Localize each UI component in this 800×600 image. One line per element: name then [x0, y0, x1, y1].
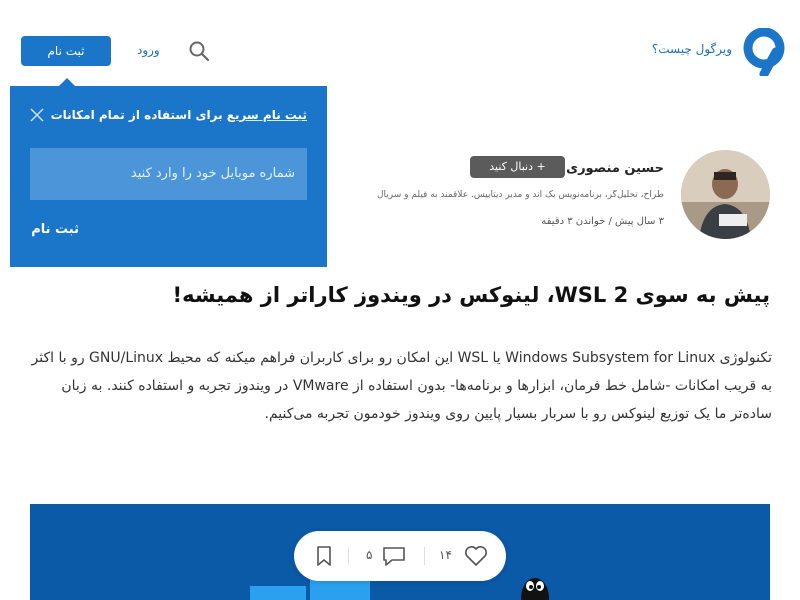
article-title: پیش به سوی WSL 2، لینوکس در ویندوز کارات…: [172, 283, 770, 307]
popup-caret: [59, 78, 75, 86]
avatar-photo: [681, 150, 770, 239]
what-is-virgool-link[interactable]: ویرگول چیست؟: [652, 42, 732, 56]
signup-button[interactable]: ثبت نام: [21, 36, 111, 66]
popup-title-rest: برای استفاده از تمام امکانات: [50, 108, 227, 122]
popup-title: ثبت نام سریع برای استفاده از تمام امکانا…: [51, 108, 307, 122]
signup-popup: ثبت نام سریع برای استفاده از تمام امکانا…: [10, 86, 327, 267]
comment-icon[interactable]: [382, 546, 406, 566]
site-header: ویرگول چیست؟ ورود ثبت نام: [0, 0, 800, 90]
divider: [424, 547, 425, 565]
post-action-bar: ۵ ۱۴: [294, 531, 506, 581]
comment-count: ۵: [366, 548, 373, 562]
heart-icon[interactable]: [464, 545, 488, 567]
follow-button[interactable]: + دنبال کنید: [470, 156, 565, 178]
windows-logo-icon: [250, 580, 370, 600]
phone-input[interactable]: شماره موبایل خود را وارد کنید: [30, 148, 307, 200]
bookmark-icon[interactable]: [316, 546, 332, 566]
divider: [348, 547, 349, 565]
like-count: ۱۴: [439, 548, 452, 562]
search-icon[interactable]: [188, 40, 210, 62]
article-body: تکنولوژی Windows Subsystem for Linux یا …: [31, 350, 773, 422]
author-bio: طراح، تحلیل‌گر، برنامه‌نویس بک اند و مدی…: [377, 190, 664, 200]
author-avatar[interactable]: [681, 150, 770, 239]
virgool-logo-icon[interactable]: [742, 28, 786, 76]
author-name[interactable]: حسین منصوری: [566, 161, 664, 176]
tux-penguin-icon: [521, 578, 549, 600]
popup-signup-button[interactable]: ثبت نام: [31, 222, 79, 237]
post-meta: ۳ سال پیش / خواندن ۳ دقیقه: [541, 216, 664, 227]
close-icon[interactable]: [30, 108, 44, 122]
login-link[interactable]: ورود: [137, 43, 160, 57]
popup-title-strong: ثبت نام سریع: [226, 108, 307, 122]
